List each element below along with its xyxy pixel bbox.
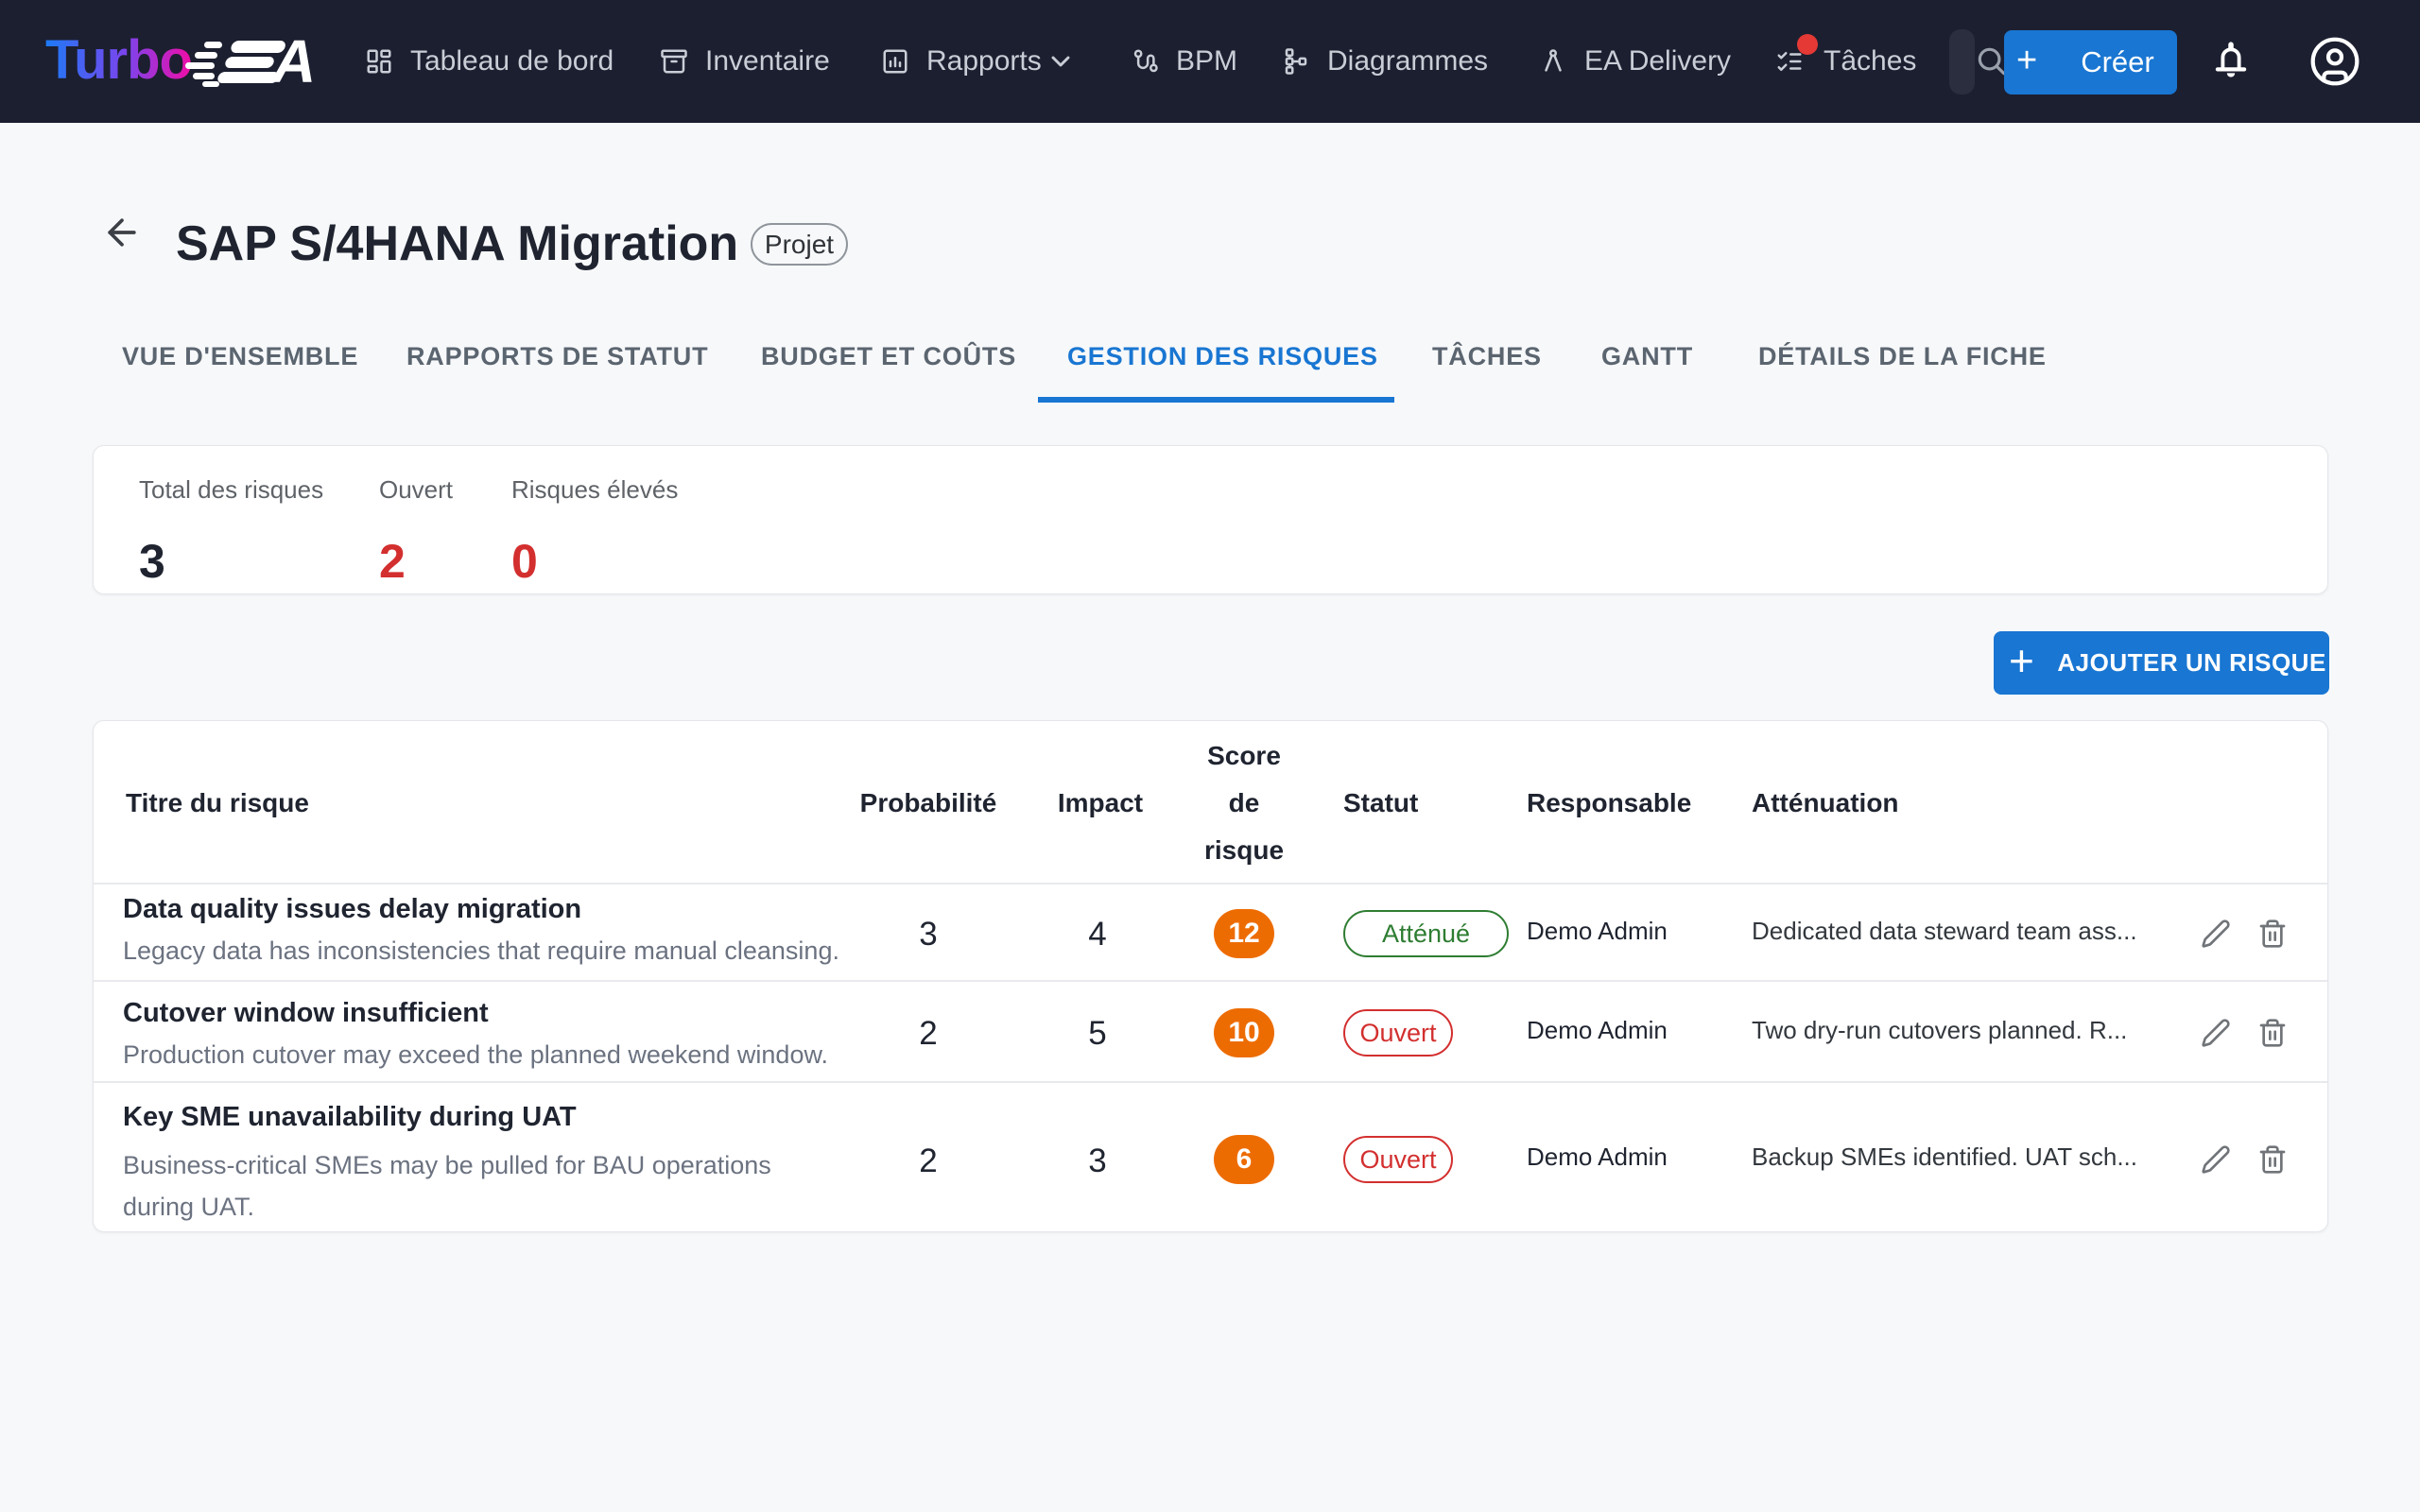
svg-text:A: A	[270, 27, 316, 87]
